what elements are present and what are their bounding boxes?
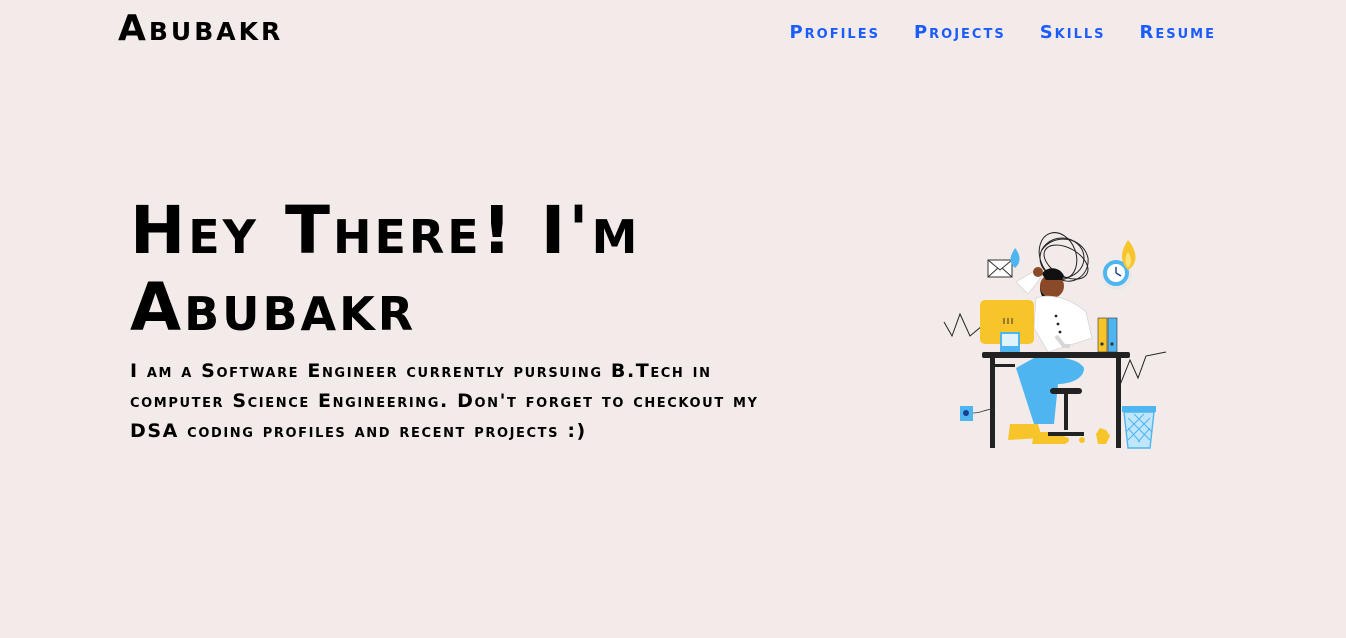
brand-logo[interactable]: Abubakr xyxy=(118,9,283,49)
developer-illustration xyxy=(943,232,1167,449)
envelope-icon xyxy=(987,248,1020,278)
portfolio-page: Abubakr Profiles Projects Skills Resume … xyxy=(0,0,1346,638)
nav-link-resume[interactable]: Resume xyxy=(1140,22,1216,44)
trash-bin-icon xyxy=(1122,406,1156,449)
power-outlet-icon xyxy=(960,406,995,421)
nav-link-profiles[interactable]: Profiles xyxy=(789,22,880,44)
nav-link-skills[interactable]: Skills xyxy=(1040,22,1106,44)
binders-icon xyxy=(1097,317,1118,353)
clock-icon xyxy=(1102,240,1136,290)
crumpled-paper-icon xyxy=(1096,428,1110,444)
hero-title: Hey There! I'm Abubakr xyxy=(130,192,641,346)
scribble-icon xyxy=(1038,232,1089,282)
top-nav: Profiles Projects Skills Resume xyxy=(789,22,1216,44)
hero-description: I am a Software Engineer currently pursu… xyxy=(130,360,759,442)
monitor-icon xyxy=(980,300,1034,352)
nav-link-projects[interactable]: Projects xyxy=(914,22,1006,44)
